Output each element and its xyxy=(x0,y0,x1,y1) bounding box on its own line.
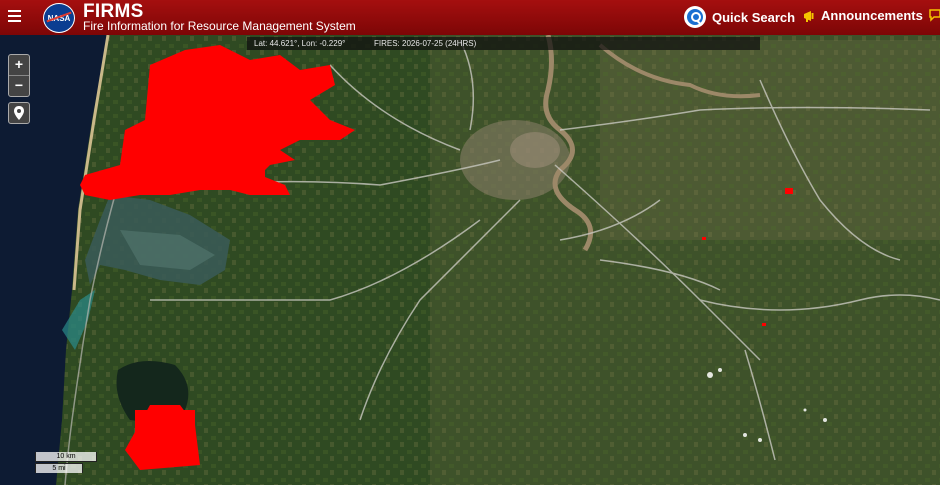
top-header: NASA FIRMS Fire Information for Resource… xyxy=(0,0,940,35)
scale-km: 10 km xyxy=(35,452,97,462)
announcements-label: Announcements xyxy=(821,8,923,23)
fire-spot-small[interactable] xyxy=(762,323,766,326)
nasa-logo[interactable]: NASA xyxy=(43,3,75,33)
scale-mi: 5 mi xyxy=(35,463,83,473)
fire-spot-small[interactable] xyxy=(702,237,706,240)
location-pin-icon xyxy=(14,106,24,120)
menu-icon[interactable] xyxy=(8,10,21,23)
megaphone-icon xyxy=(804,10,814,22)
satellite-imagery[interactable] xyxy=(0,35,940,485)
fire-spot-east[interactable] xyxy=(785,188,793,194)
search-icon xyxy=(684,6,706,28)
fire-patch[interactable] xyxy=(245,165,265,190)
cursor-coordinates: Lat: 44.621°, Lon: -0.229° xyxy=(254,39,346,48)
app-subtitle: Fire Information for Resource Management… xyxy=(83,19,356,33)
zoom-out-button[interactable]: − xyxy=(9,76,29,96)
quick-search-button[interactable]: Quick Search xyxy=(684,6,795,28)
zoom-control: + − xyxy=(8,54,30,97)
cursor-info-bar: Lat: 44.621°, Lon: -0.229° FIRES: 2026-0… xyxy=(247,37,760,50)
chat-icon[interactable] xyxy=(928,8,940,22)
zoom-in-button[interactable]: + xyxy=(9,55,29,76)
announcements-button[interactable]: Announcements xyxy=(803,8,923,23)
quick-search-label: Quick Search xyxy=(712,9,796,25)
scale-bar: 10 km 5 mi xyxy=(35,452,97,473)
fires-date-range[interactable]: FIRES: 2026-07-25 (24HRS) xyxy=(374,37,476,50)
map-view[interactable] xyxy=(0,35,940,485)
locate-button[interactable] xyxy=(8,102,30,124)
